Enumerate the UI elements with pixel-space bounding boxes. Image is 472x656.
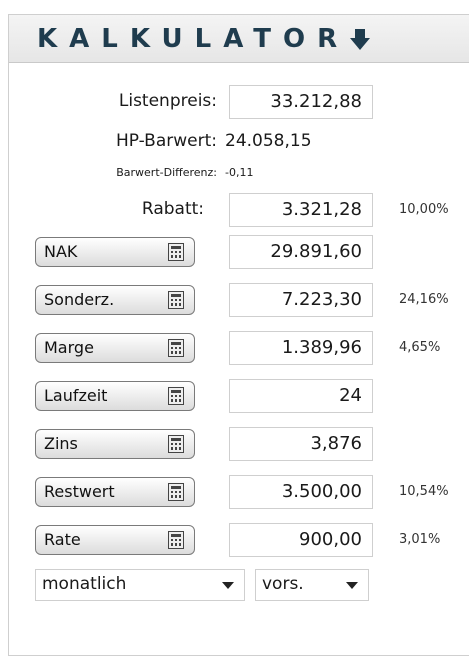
rate-field[interactable]: 900,00	[229, 523, 373, 557]
timing-select-value: vors.	[262, 574, 304, 594]
laufzeit-calc-button[interactable]: Laufzeit	[35, 381, 195, 411]
calc-row-sonderz: Sonderz. 7.223,30 24,16%	[9, 283, 469, 319]
chevron-down-icon	[222, 582, 234, 589]
calc-row-zins: Zins 3,876	[9, 427, 469, 463]
calculator-icon	[168, 243, 184, 261]
differenz-value: -0,11	[225, 166, 254, 179]
restwert-field[interactable]: 3.500,00	[229, 475, 373, 509]
differenz-row: Barwert-Differenz: -0,11	[9, 165, 469, 185]
interval-select[interactable]: monatlich	[35, 569, 245, 601]
listenpreis-row: Listenpreis: 33.212,88	[9, 85, 469, 121]
listenpreis-field[interactable]: 33.212,88	[229, 85, 373, 119]
rabatt-percent: 10,00%	[399, 202, 449, 217]
nak-calc-button[interactable]: NAK	[35, 237, 195, 267]
arrow-down-icon[interactable]	[347, 26, 373, 52]
calculator-icon	[168, 483, 184, 501]
barwert-row: HP-Barwert: 24.058,15	[9, 125, 469, 155]
sonderz-percent: 24,16%	[399, 292, 449, 307]
laufzeit-button-label: Laufzeit	[44, 386, 108, 405]
restwert-percent: 10,54%	[399, 484, 449, 499]
restwert-calc-button[interactable]: Restwert	[35, 477, 195, 507]
zins-calc-button[interactable]: Zins	[35, 429, 195, 459]
zins-field[interactable]: 3,876	[229, 427, 373, 461]
rabatt-row: Rabatt: 3.321,28 10,00%	[9, 193, 469, 229]
rabatt-label: Rabatt:	[141, 199, 204, 219]
marge-button-label: Marge	[44, 338, 94, 357]
restwert-button-label: Restwert	[44, 482, 115, 501]
calculator-panel: KALKULATOR Listenpreis: 33.212,88 HP-Bar…	[8, 14, 469, 656]
calculator-icon	[168, 291, 184, 309]
calc-row-rate: Rate 900,00 3,01%	[9, 523, 469, 559]
sonderz-field[interactable]: 7.223,30	[229, 283, 373, 317]
calculator-icon	[168, 387, 184, 405]
calculator-icon	[168, 435, 184, 453]
calculator-title: KALKULATOR	[37, 23, 350, 54]
sonderz-button-label: Sonderz.	[44, 290, 115, 309]
calc-row-marge: Marge 1.389,96 4,65%	[9, 331, 469, 367]
rate-calc-button[interactable]: Rate	[35, 525, 195, 555]
marge-field[interactable]: 1.389,96	[229, 331, 373, 365]
marge-percent: 4,65%	[399, 340, 441, 355]
nak-button-label: NAK	[44, 242, 78, 261]
timing-select[interactable]: vors.	[255, 569, 369, 601]
laufzeit-field[interactable]: 24	[229, 379, 373, 413]
chevron-down-icon	[346, 582, 358, 589]
rabatt-field[interactable]: 3.321,28	[229, 193, 373, 227]
calc-row-laufzeit: Laufzeit 24	[9, 379, 469, 415]
calc-row-nak: NAK 29.891,60	[9, 235, 469, 271]
rate-percent: 3,01%	[399, 532, 441, 547]
barwert-label: HP-Barwert:	[115, 131, 217, 151]
differenz-label: Barwert-Differenz:	[116, 166, 217, 179]
calc-row-restwert: Restwert 3.500,00 10,54%	[9, 475, 469, 511]
barwert-value: 24.058,15	[225, 131, 312, 151]
rate-button-label: Rate	[44, 530, 81, 549]
interval-select-value: monatlich	[42, 574, 127, 594]
listenpreis-label: Listenpreis:	[118, 91, 217, 111]
calculator-icon	[168, 531, 184, 549]
zins-button-label: Zins	[44, 434, 78, 453]
calculator-header[interactable]: KALKULATOR	[9, 15, 469, 63]
nak-field[interactable]: 29.891,60	[229, 235, 373, 269]
calculator-icon	[168, 339, 184, 357]
sonderz-calc-button[interactable]: Sonderz.	[35, 285, 195, 315]
marge-calc-button[interactable]: Marge	[35, 333, 195, 363]
